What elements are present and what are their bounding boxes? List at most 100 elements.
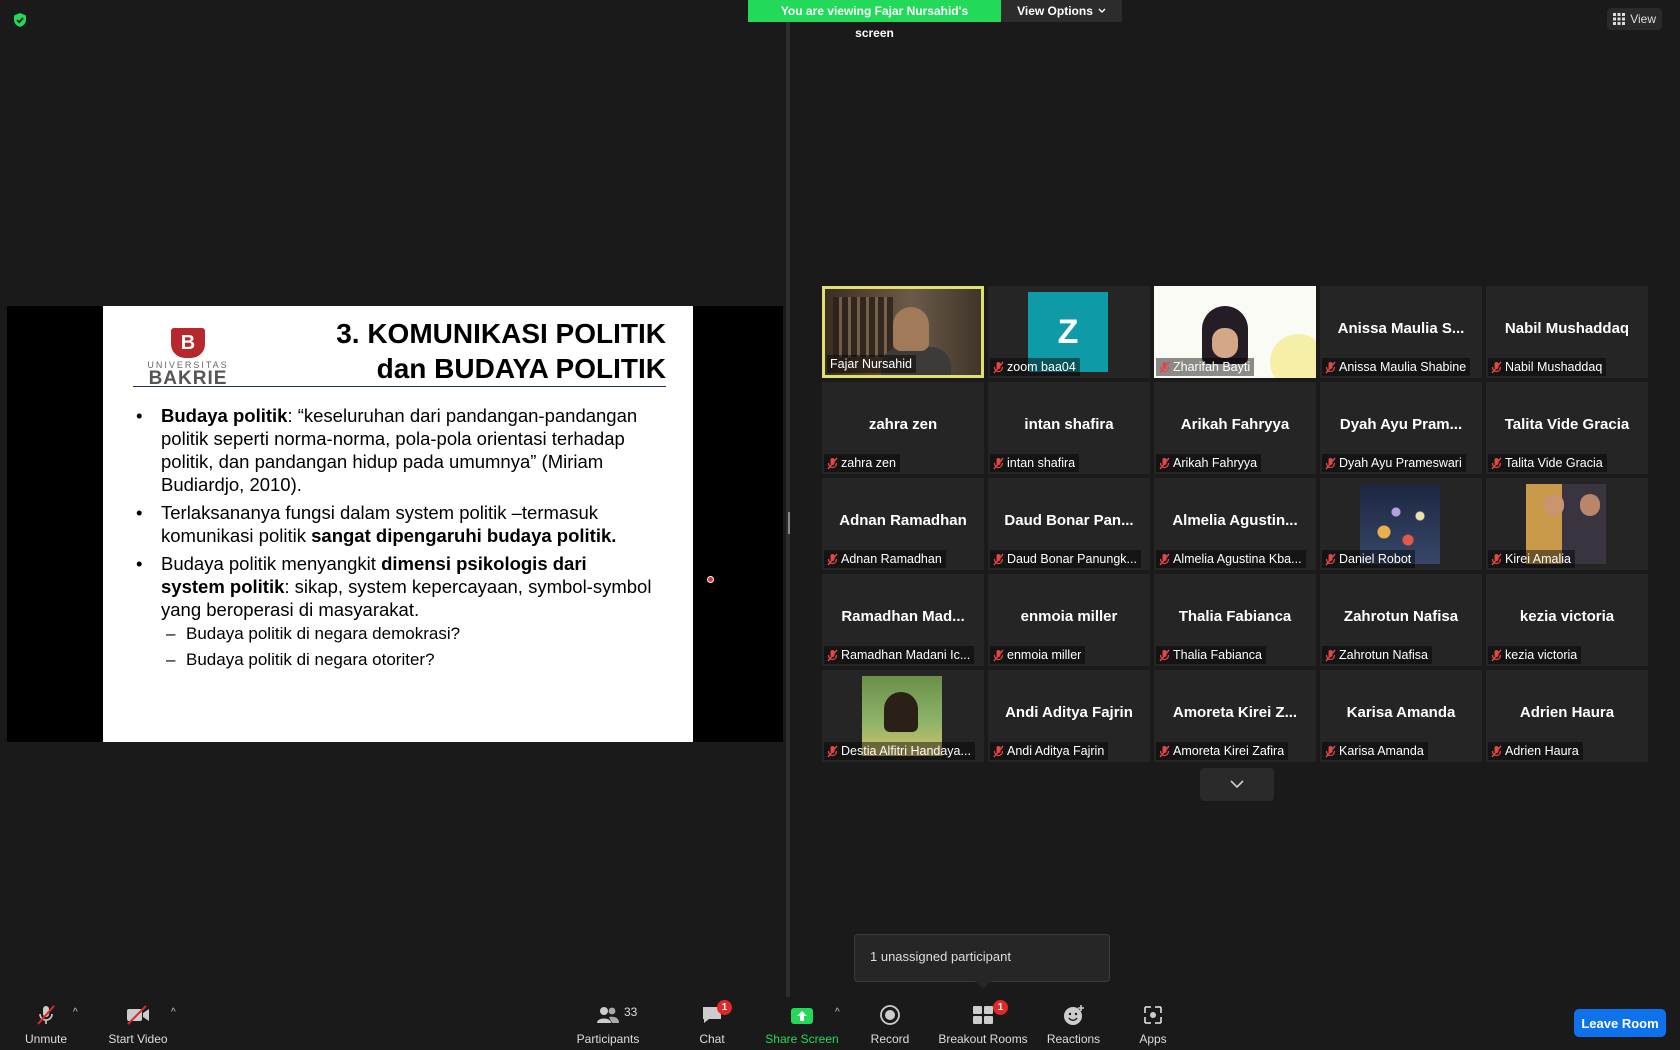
participant-name-label: Amoreta Kirei Zafira xyxy=(1156,742,1289,760)
participant-tile[interactable]: Destia Alfitri Handaya... xyxy=(822,670,984,762)
share-options-caret[interactable]: ^ xyxy=(835,1007,840,1018)
participant-name: zahra zen xyxy=(841,456,896,470)
participant-name: Dyah Ayu Prameswari xyxy=(1339,456,1462,470)
university-logo: B UNIVERSITAS BAKRIE xyxy=(138,328,238,388)
split-view-divider[interactable] xyxy=(786,22,790,997)
participant-tile[interactable]: Kirei Amalia xyxy=(1486,478,1648,570)
muted-mic-icon xyxy=(1491,553,1502,565)
participant-name-label: Fajar Nursahid xyxy=(827,355,916,373)
participant-tile[interactable]: Ramadhan Mad... Ramadhan Madani Ic... xyxy=(822,574,984,666)
sub-bullet-1: Budaya politik di negara demokrasi? xyxy=(136,621,653,647)
unmute-button[interactable]: Unmute xyxy=(20,997,72,1050)
share-screen-button[interactable]: Share Screen xyxy=(764,997,840,1050)
participant-display-name: Zahrotun Nafisa xyxy=(1343,608,1459,625)
view-button[interactable]: View xyxy=(1607,8,1662,30)
participant-tile[interactable]: zahra zen zahra zen xyxy=(822,382,984,474)
participant-name-label: Talita Vide Gracia xyxy=(1488,454,1607,472)
muted-mic-icon xyxy=(1159,361,1170,373)
start-video-button[interactable]: Start Video xyxy=(104,997,172,1050)
gallery-next-page-button[interactable] xyxy=(1200,768,1274,801)
muted-mic-icon xyxy=(1491,361,1502,373)
participant-tile[interactable]: Almelia Agustin... Almelia Agustina Kba..… xyxy=(1154,478,1316,570)
participant-tile[interactable]: Dyah Ayu Pram... Dyah Ayu Prameswari xyxy=(1320,382,1482,474)
muted-mic-icon xyxy=(1159,553,1170,565)
participant-name: Ramadhan Madani Ic... xyxy=(841,648,971,662)
participant-tile[interactable]: Arikah Fahryya Arikah Fahryya xyxy=(1154,382,1316,474)
record-button[interactable]: Record xyxy=(869,997,911,1050)
reactions-button[interactable]: Reactions xyxy=(1046,997,1101,1050)
participant-display-name: Anissa Maulia S... xyxy=(1337,320,1465,337)
breakout-rooms-button[interactable]: Breakout Rooms xyxy=(937,997,1029,1050)
muted-mic-icon xyxy=(993,649,1004,661)
participant-name-label: intan shafira xyxy=(990,454,1080,472)
participant-display-name: Karisa Amanda xyxy=(1346,704,1456,721)
reactions-label: Reactions xyxy=(1046,1032,1101,1046)
muted-mic-icon xyxy=(827,553,838,565)
participant-tile[interactable]: enmoia miller enmoia miller xyxy=(988,574,1150,666)
viewing-screen-text: You are viewing Fajar Nursahid's screen xyxy=(748,0,1001,40)
divider-drag-handle[interactable] xyxy=(788,512,790,534)
participant-display-name: Daud Bonar Pan... xyxy=(1004,512,1134,529)
participant-name-label: zahra zen xyxy=(824,454,900,472)
participant-tile[interactable]: Karisa Amanda Karisa Amanda xyxy=(1320,670,1482,762)
participant-tile[interactable]: Daniel Robot xyxy=(1320,478,1482,570)
participant-tile[interactable]: Adrien Haura Adrien Haura xyxy=(1486,670,1648,762)
participants-label: Participants xyxy=(576,1032,640,1046)
chevron-down-icon xyxy=(1230,780,1244,789)
grid-view-icon xyxy=(1613,13,1626,25)
participant-tile[interactable]: Andi Aditya Fajrin Andi Aditya Fajrin xyxy=(988,670,1150,762)
muted-mic-icon xyxy=(993,745,1004,757)
muted-mic-icon xyxy=(1325,361,1336,373)
participant-display-name: Andi Aditya Fajrin xyxy=(1005,704,1133,721)
participant-display-name: kezia victoria xyxy=(1519,608,1615,625)
participant-tile[interactable]: Anissa Maulia S... Anissa Maulia Shabine xyxy=(1320,286,1482,378)
apps-button[interactable]: Apps xyxy=(1138,997,1168,1050)
participant-name: kezia victoria xyxy=(1505,648,1578,662)
shield-icon[interactable] xyxy=(12,12,28,28)
participant-display-name: Adnan Ramadhan xyxy=(839,512,967,529)
audio-options-caret[interactable]: ^ xyxy=(73,1007,78,1018)
participant-tile[interactable]: Thalia Fabianca Thalia Fabianca xyxy=(1154,574,1316,666)
muted-mic-icon xyxy=(1159,649,1170,661)
participant-tile[interactable]: Talita Vide Gracia Talita Vide Gracia xyxy=(1486,382,1648,474)
participant-tile[interactable]: Adnan Ramadhan Adnan Ramadhan xyxy=(822,478,984,570)
participant-tile[interactable]: Amoreta Kirei Z... Amoreta Kirei Zafira xyxy=(1154,670,1316,762)
participant-name-label: Andi Aditya Fajrin xyxy=(990,742,1109,760)
participant-display-name: Thalia Fabianca xyxy=(1178,608,1292,625)
participant-name: intan shafira xyxy=(1007,456,1076,470)
participant-tile[interactable]: Fajar Nursahid xyxy=(822,286,984,378)
participant-name: Andi Aditya Fajrin xyxy=(1007,744,1105,758)
participant-tile[interactable]: intan shafira intan shafira xyxy=(988,382,1150,474)
muted-mic-icon xyxy=(827,649,838,661)
participant-name: Zahrotun Nafisa xyxy=(1339,648,1428,662)
reactions-icon xyxy=(1063,1005,1084,1025)
participant-display-name: Dyah Ayu Pram... xyxy=(1339,416,1463,433)
participant-tile[interactable]: Zahrotun Nafisa Zahrotun Nafisa xyxy=(1320,574,1482,666)
participant-name: Almelia Agustina Kba... xyxy=(1173,552,1302,566)
muted-mic-icon xyxy=(1159,457,1170,469)
participant-tile[interactable]: Zzoom baa04 xyxy=(988,286,1150,378)
participant-name: Karisa Amanda xyxy=(1339,744,1424,758)
participant-tile[interactable]: kezia victoria kezia victoria xyxy=(1486,574,1648,666)
participant-name-label: Kirei Amalia xyxy=(1488,550,1575,568)
participant-display-name: enmoia miller xyxy=(1020,608,1118,625)
leave-room-button[interactable]: Leave Room xyxy=(1574,1009,1666,1037)
participant-name-label: zoom baa04 xyxy=(990,358,1080,376)
view-options-button[interactable]: View Options xyxy=(1001,0,1122,22)
participant-name: Adrien Haura xyxy=(1505,744,1579,758)
video-options-caret[interactable]: ^ xyxy=(171,1007,176,1018)
laser-pointer xyxy=(707,576,714,583)
muted-mic-icon xyxy=(1491,649,1502,661)
muted-mic-icon xyxy=(1491,457,1502,469)
participant-name: Adnan Ramadhan xyxy=(841,552,942,566)
participant-tile[interactable]: Daud Bonar Pan... Daud Bonar Panungk... xyxy=(988,478,1150,570)
participant-name-label: Ramadhan Madani Ic... xyxy=(824,646,975,664)
participant-name: Fajar Nursahid xyxy=(830,357,912,371)
record-label: Record xyxy=(870,1032,910,1046)
participant-tile[interactable]: Nabil Mushaddaq Nabil Mushaddaq xyxy=(1486,286,1648,378)
participant-name-label: Zahrotun Nafisa xyxy=(1322,646,1432,664)
participant-display-name: Adrien Haura xyxy=(1519,704,1615,721)
chat-badge: 1 xyxy=(717,1000,732,1015)
participant-tile[interactable]: Zharifah Bayti xyxy=(1154,286,1316,378)
share-screen-icon xyxy=(791,1008,813,1024)
